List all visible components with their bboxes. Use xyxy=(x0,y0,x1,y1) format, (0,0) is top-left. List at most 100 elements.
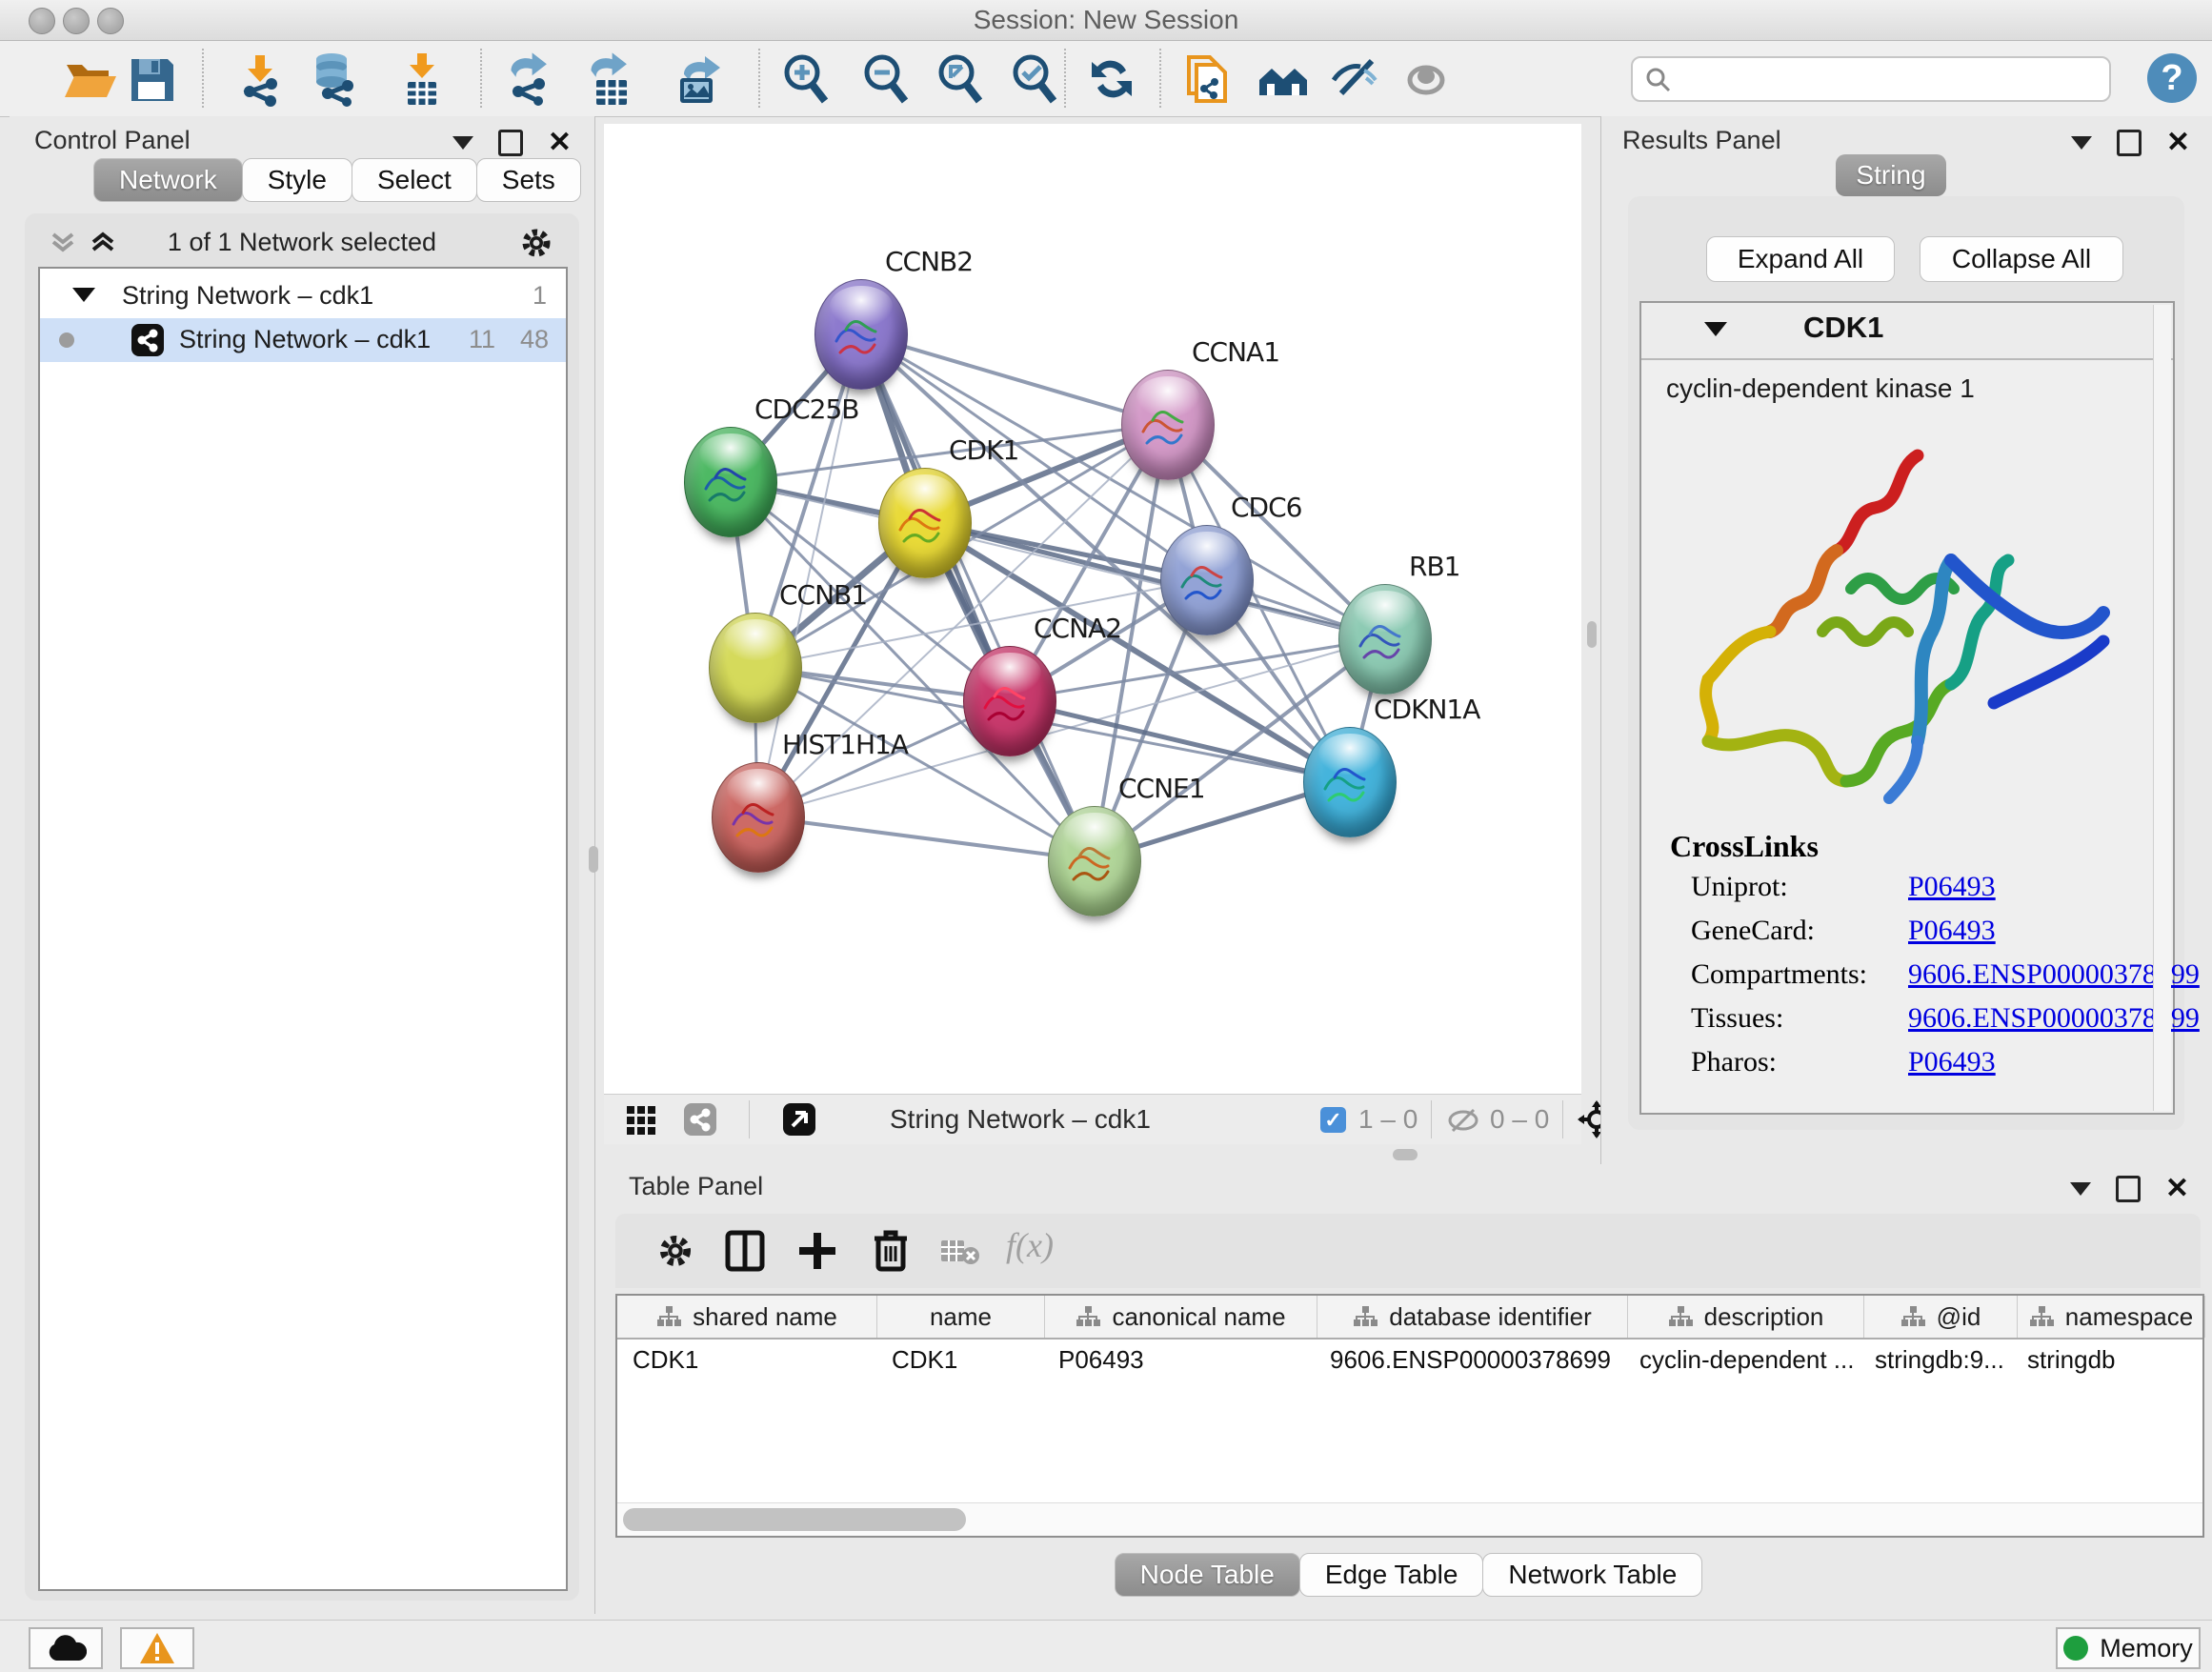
node-CCNA2[interactable] xyxy=(963,646,1056,756)
memory-button[interactable]: Memory xyxy=(2056,1627,2201,1669)
network-row-selected[interactable]: String Network – cdk1 11 48 xyxy=(40,318,566,362)
warnings-button[interactable] xyxy=(120,1627,194,1669)
tab-network[interactable]: Network xyxy=(93,158,243,202)
panel-close-icon[interactable]: ✕ xyxy=(2165,1178,2189,1199)
zoom-out-icon[interactable] xyxy=(857,51,913,107)
column-header-name[interactable]: name xyxy=(877,1296,1045,1338)
table-cell[interactable]: 9606.ENSP00000378699 xyxy=(1315,1340,1624,1380)
selected-nodes-checkbox[interactable]: ✓ xyxy=(1320,1107,1346,1133)
network-view-title: String Network – cdk1 xyxy=(890,1095,1151,1144)
crosslink-link[interactable]: P06493 xyxy=(1908,915,1996,947)
delete-table-icon-disabled[interactable] xyxy=(939,1237,981,1272)
right-splitter-handle[interactable] xyxy=(1587,621,1597,648)
show-all-icon[interactable] xyxy=(1398,51,1454,107)
table-row[interactable]: CDK1CDK1P064939606.ENSP00000378699cyclin… xyxy=(617,1340,2202,1380)
table-options-gear-icon[interactable] xyxy=(655,1231,695,1276)
column-header-database-identifier[interactable]: database identifier xyxy=(1317,1296,1628,1338)
node-CCNE1[interactable] xyxy=(1048,806,1141,917)
show-columns-icon[interactable] xyxy=(724,1229,766,1278)
tab-string[interactable]: String xyxy=(1836,154,1946,196)
first-neighbors-icon[interactable] xyxy=(1256,51,1311,107)
open-session-icon[interactable] xyxy=(61,51,116,107)
node-CDKN1A[interactable] xyxy=(1303,727,1397,837)
delete-column-icon[interactable] xyxy=(871,1227,911,1278)
panel-collapse-icon[interactable] xyxy=(452,136,473,150)
column-header-canonical-name[interactable]: canonical name xyxy=(1045,1296,1317,1338)
table-cell[interactable]: P06493 xyxy=(1043,1340,1315,1380)
export-image-icon[interactable] xyxy=(671,51,726,107)
left-splitter-handle[interactable] xyxy=(589,846,598,873)
import-network-from-database-icon[interactable] xyxy=(307,51,362,107)
crosslink-link[interactable]: P06493 xyxy=(1908,1046,1996,1078)
panel-close-icon[interactable]: ✕ xyxy=(2166,132,2190,153)
tab-style[interactable]: Style xyxy=(242,158,352,202)
table-cell[interactable]: CDK1 xyxy=(617,1340,876,1380)
network-view-canvas[interactable]: CCNB2CCNA1CDC25BCDK1CDC6RB1CCNB1CCNA2CDK… xyxy=(604,124,1581,1094)
table-horizontal-scrollbar[interactable] xyxy=(617,1502,2202,1536)
zoom-in-icon[interactable] xyxy=(777,51,833,107)
column-header-shared-name[interactable]: shared name xyxy=(617,1296,877,1338)
panel-collapse-icon[interactable] xyxy=(2071,136,2092,150)
node-CDC6[interactable] xyxy=(1160,525,1254,635)
column-header-description[interactable]: description xyxy=(1628,1296,1864,1338)
zoom-fit-icon[interactable] xyxy=(932,51,987,107)
node-HIST1H1A[interactable] xyxy=(712,762,805,873)
birds-eye-view-icon[interactable] xyxy=(625,1104,657,1141)
apply-layout-icon[interactable] xyxy=(1084,51,1139,107)
node-CCNB2[interactable] xyxy=(814,279,908,390)
panel-float-icon[interactable] xyxy=(2117,130,2142,156)
table-cell[interactable]: stringdb xyxy=(2012,1340,2199,1380)
warning-icon xyxy=(138,1631,176,1665)
save-session-icon[interactable] xyxy=(124,51,179,107)
panel-collapse-icon[interactable] xyxy=(2070,1182,2091,1196)
scrollbar-thumb[interactable] xyxy=(623,1508,966,1531)
node-CDK1[interactable] xyxy=(878,468,972,578)
gene-header[interactable]: CDK1 xyxy=(1641,303,2173,360)
panel-float-icon[interactable] xyxy=(2116,1176,2141,1202)
open-in-new-window-icon[interactable] xyxy=(783,1103,815,1136)
edge-CCNB2-CCNE1[interactable] xyxy=(860,333,1094,860)
import-table-icon[interactable] xyxy=(394,51,450,107)
cloud-services-button[interactable] xyxy=(29,1627,103,1669)
control-panel-title: Control Panel xyxy=(34,126,191,155)
tab-select[interactable]: Select xyxy=(352,158,477,202)
table-cell[interactable]: cyclin-dependent ... xyxy=(1624,1340,1860,1380)
column-header-@id[interactable]: @id xyxy=(1864,1296,2018,1338)
results-scrollbar[interactable] xyxy=(2153,305,2171,1111)
node-RB1[interactable] xyxy=(1338,584,1432,695)
column-header-namespace[interactable]: namespace xyxy=(2018,1296,2205,1338)
hidden-items-icon[interactable] xyxy=(1446,1106,1480,1139)
node-CCNB1[interactable] xyxy=(709,613,802,723)
bottom-splitter-handle[interactable] xyxy=(1393,1149,1418,1160)
node-CCNA1[interactable] xyxy=(1121,370,1215,480)
collapse-all-button[interactable]: Collapse All xyxy=(1920,236,2123,282)
tab-node-table[interactable]: Node Table xyxy=(1115,1553,1300,1597)
search-input[interactable] xyxy=(1682,61,2096,95)
panel-close-icon[interactable]: ✕ xyxy=(548,132,572,153)
export-network-icon[interactable] xyxy=(503,51,558,107)
tab-network-table[interactable]: Network Table xyxy=(1482,1553,1702,1597)
edge-HIST1H1A-CCNE1[interactable] xyxy=(757,816,1094,860)
tab-edge-table[interactable]: Edge Table xyxy=(1299,1553,1484,1597)
add-column-icon[interactable] xyxy=(796,1229,838,1278)
zoom-selected-icon[interactable] xyxy=(1006,51,1061,107)
panel-float-icon[interactable] xyxy=(498,130,523,156)
table-cell[interactable]: stringdb:9... xyxy=(1860,1340,2012,1380)
network-options-gear-icon[interactable] xyxy=(518,225,554,266)
expand-all-button[interactable]: Expand All xyxy=(1706,236,1895,282)
help-icon[interactable]: ? xyxy=(2147,53,2197,103)
gene-expand-icon[interactable] xyxy=(1704,322,1727,336)
collection-expand-icon[interactable] xyxy=(72,288,95,302)
node-CDC25B[interactable] xyxy=(684,427,777,537)
export-table-icon[interactable] xyxy=(583,51,638,107)
crosslink-link[interactable]: P06493 xyxy=(1908,871,1996,903)
crosslink-label: GeneCard: xyxy=(1691,915,1815,946)
table-cell[interactable]: CDK1 xyxy=(876,1340,1043,1380)
hide-selected-icon[interactable] xyxy=(1328,51,1383,107)
clone-network-icon[interactable] xyxy=(1179,51,1235,107)
import-network-icon[interactable] xyxy=(232,51,288,107)
network-collection-row[interactable]: String Network – cdk1 1 xyxy=(40,274,566,318)
tab-sets[interactable]: Sets xyxy=(476,158,581,202)
function-builder-icon-disabled[interactable]: f(x) xyxy=(1006,1225,1054,1265)
string-view-icon[interactable] xyxy=(684,1103,716,1136)
